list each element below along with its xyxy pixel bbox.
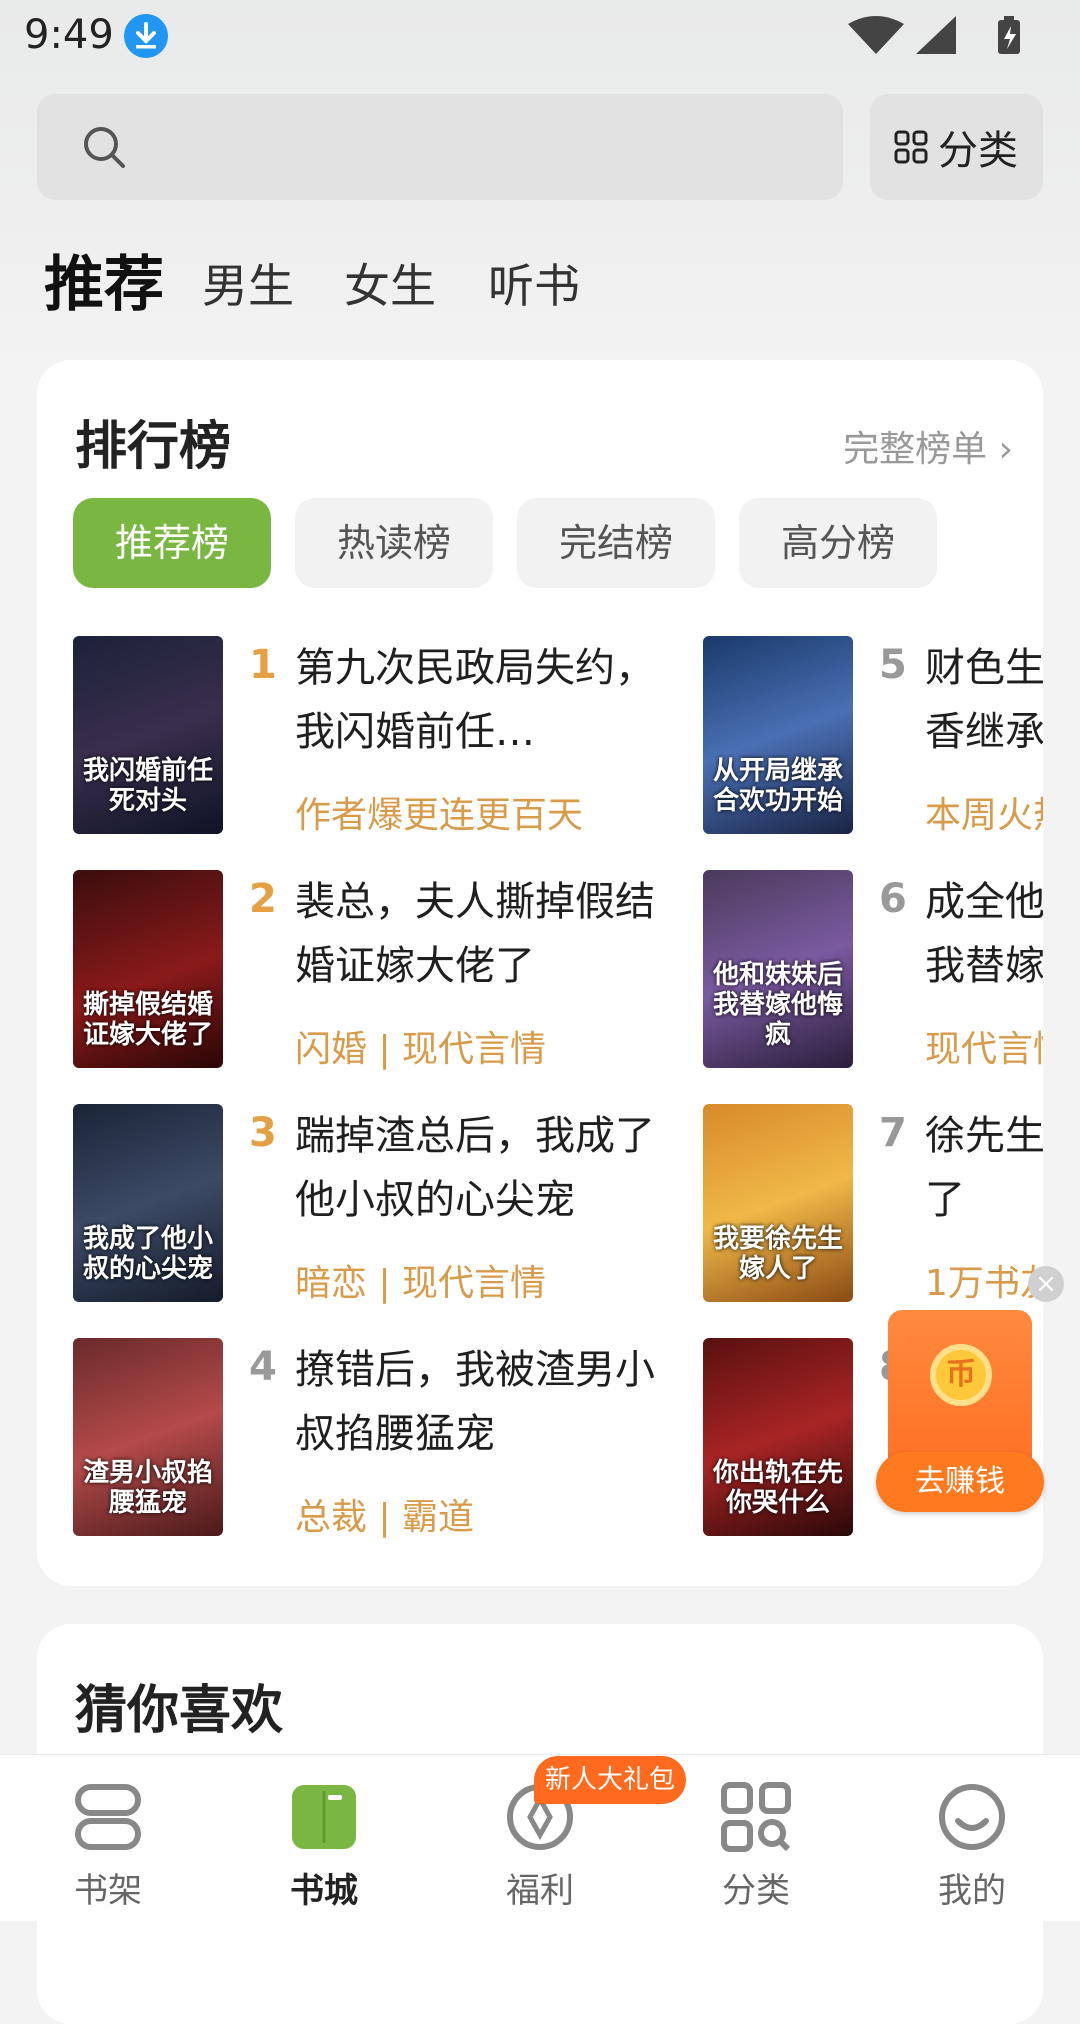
wifi-icon	[848, 16, 904, 54]
book-tag: 总裁 | 霸道	[295, 1497, 475, 1538]
book-title: 成全他我替嫁	[925, 879, 1043, 989]
book-cover: 他和妹妹后我替嫁他悔疯	[703, 870, 853, 1068]
cover-title: 撕掉假结婚证嫁大佬了	[82, 990, 213, 1050]
rank-number: 2	[249, 876, 277, 922]
guess-title: 猜你喜欢	[75, 1681, 284, 1741]
grid-icon	[721, 1782, 791, 1852]
cover-title: 他和妹妹后我替嫁他悔疯	[712, 960, 843, 1050]
nav-label: 书城	[290, 1871, 358, 1911]
rank-number: 5	[879, 642, 907, 688]
battery-icon	[998, 16, 1020, 54]
chip-completed[interactable]: 完结榜	[517, 498, 715, 588]
chip-recommend[interactable]: 推荐榜	[73, 498, 271, 588]
nav-profile[interactable]: 我的	[864, 1755, 1080, 1921]
nav-bookstore[interactable]: 书城	[216, 1755, 432, 1921]
nav-label: 书架	[74, 1871, 142, 1911]
search-icon	[84, 127, 125, 168]
book-cover: 我要徐先生嫁人了	[703, 1104, 853, 1302]
smile-icon	[939, 1784, 1005, 1850]
book-tag: 作者爆更连更百天	[295, 795, 584, 836]
tab-female[interactable]: 女生	[344, 250, 436, 316]
earn-money-widget[interactable]: 币 去赚钱	[876, 1310, 1044, 1512]
book-title: 财色生香继承合	[925, 645, 1043, 755]
rank-number: 6	[879, 876, 907, 922]
rank-number: 3	[249, 1110, 277, 1156]
cover-title: 从开局继承合欢功开始	[712, 756, 843, 816]
book-title: 徐先生了	[925, 1113, 1043, 1223]
book-cover: 撕掉假结婚证嫁大佬了	[73, 870, 223, 1068]
book-item-2[interactable]: 撕掉假结婚证嫁大佬了 2 裴总，夫人撕掉假结婚证嫁大佬了 闪婚 | 现代言情	[73, 870, 703, 1070]
nav-label: 我的	[938, 1871, 1006, 1911]
book-item-6[interactable]: 他和妹妹后我替嫁他悔疯 6 成全他我替嫁 现代言情	[703, 870, 1043, 1070]
close-icon[interactable]: ×	[1028, 1266, 1064, 1302]
book-tag: 1万书友	[925, 1263, 1043, 1304]
rank-number: 1	[249, 642, 277, 688]
bookshelf-icon	[75, 1784, 141, 1850]
book-title: 撩错后，我被渣男小叔掐腰猛宠	[295, 1347, 655, 1457]
status-icons	[846, 14, 1046, 58]
nav-label: 福利	[506, 1871, 574, 1911]
cover-title: 我要徐先生嫁人了	[712, 1224, 843, 1284]
book-cover: 从开局继承合欢功开始	[703, 636, 853, 834]
book-title: 踹掉渣总后，我成了他小叔的心尖宠	[295, 1113, 655, 1223]
book-tag: 现代言情	[925, 1029, 1043, 1070]
chevron-right-icon: ›	[998, 429, 1013, 470]
book-title: 裴总，夫人撕掉假结婚证嫁大佬了	[295, 879, 655, 989]
signal-icon	[916, 16, 956, 54]
search-bar[interactable]	[37, 94, 843, 200]
cover-title: 我闪婚前任死对头	[82, 756, 213, 816]
nav-bookshelf[interactable]: 书架	[0, 1755, 216, 1921]
tab-male[interactable]: 男生	[202, 250, 294, 316]
book-item-5[interactable]: 从开局继承合欢功开始 5 财色生香继承合 本周火热	[703, 636, 1043, 836]
cover-title: 我成了他小叔的心尖宠	[82, 1224, 213, 1284]
newbie-gift-badge[interactable]: 新人大礼包	[534, 1756, 686, 1804]
rank-number: 4	[249, 1344, 277, 1390]
grid-icon	[894, 130, 928, 164]
status-bar: 9:49	[0, 0, 1080, 72]
cover-title: 你出轨在先你哭什么	[712, 1458, 843, 1518]
chip-hot[interactable]: 热读榜	[295, 498, 493, 588]
rank-number: 7	[879, 1110, 907, 1156]
book-tag: 暗恋 | 现代言情	[295, 1263, 547, 1304]
tab-audiobook[interactable]: 听书	[488, 250, 580, 316]
ranking-title: 排行榜	[75, 417, 232, 477]
book-item-3[interactable]: 我成了他小叔的心尖宠 3 踹掉渣总后，我成了他小叔的心尖宠 暗恋 | 现代言情	[73, 1104, 703, 1304]
book-cover: 我成了他小叔的心尖宠	[73, 1104, 223, 1302]
book-item-1[interactable]: 我闪婚前任死对头 1 第九次民政局失约，我闪婚前任… 作者爆更连更百天	[73, 636, 703, 836]
coin-icon: 币	[930, 1344, 992, 1406]
status-time: 9:49	[24, 12, 114, 58]
book-tag: 本周火热	[925, 795, 1043, 836]
book-title: 第九次民政局失约，我闪婚前任…	[295, 645, 655, 755]
nav-label: 分类	[722, 1871, 790, 1911]
category-label: 分类	[938, 128, 1018, 174]
category-button[interactable]: 分类	[870, 94, 1043, 200]
full-list-link[interactable]: 完整榜单 ›	[843, 420, 1013, 472]
book-cover: 你出轨在先你哭什么	[703, 1338, 853, 1536]
book-cover: 渣男小叔掐腰猛宠	[73, 1338, 223, 1536]
download-icon	[124, 14, 168, 58]
full-list-label: 完整榜单	[843, 429, 988, 470]
tab-recommend[interactable]: 推荐	[44, 236, 164, 323]
book-item-4[interactable]: 渣男小叔掐腰猛宠 4 撩错后，我被渣男小叔掐腰猛宠 总裁 | 霸道	[73, 1338, 703, 1538]
earn-money-button[interactable]: 去赚钱	[876, 1452, 1044, 1512]
book-cover: 我闪婚前任死对头	[73, 636, 223, 834]
book-item-7[interactable]: 我要徐先生嫁人了 7 徐先生了 1万书友	[703, 1104, 1043, 1304]
book-icon	[292, 1785, 356, 1849]
chip-top-rated[interactable]: 高分榜	[739, 498, 937, 588]
book-tag: 闪婚 | 现代言情	[295, 1029, 547, 1070]
cover-title: 渣男小叔掐腰猛宠	[82, 1458, 213, 1518]
